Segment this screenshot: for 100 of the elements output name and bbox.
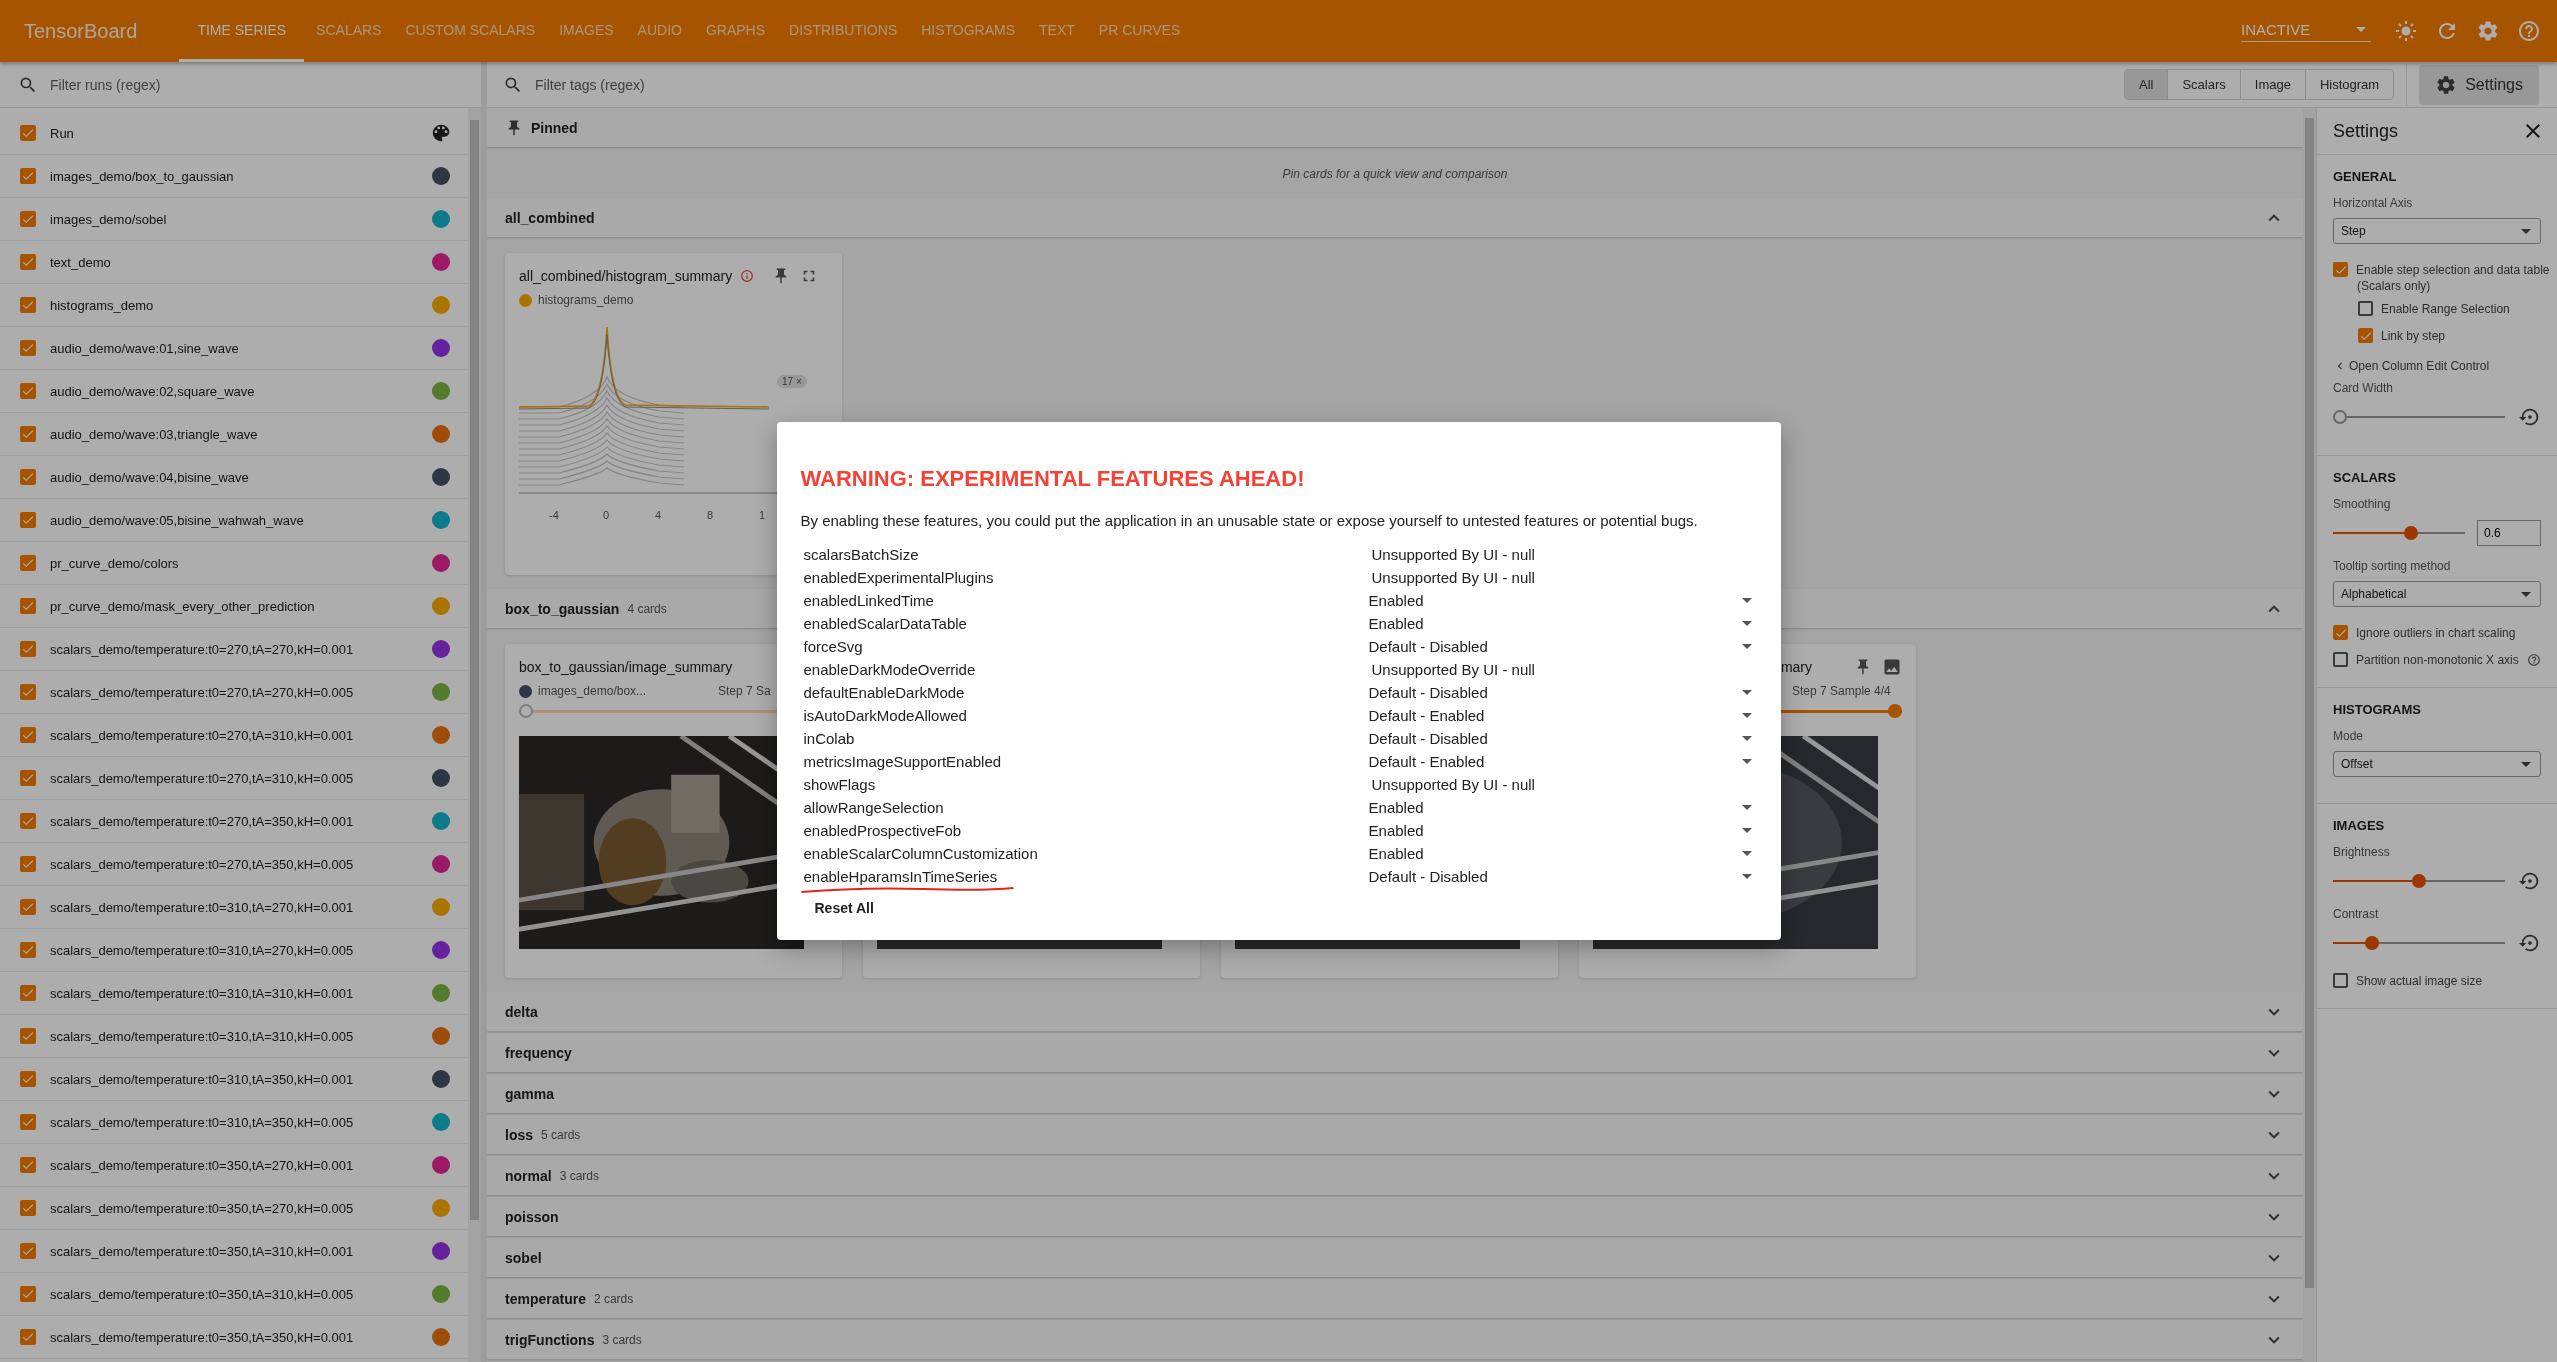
field-label: Card Width [2333, 381, 2395, 395]
run-name: scalars_demo/temperature:t0=270,tA=310,kH=0.005 [50, 770, 355, 786]
flag-name: allowRangeSelection [803, 799, 945, 816]
dropdown[interactable]: Step [2333, 218, 2541, 244]
section-title: HISTOGRAMS [2333, 702, 2422, 717]
run-name: scalars_demo/temperature:t0=350,tA=310,kH=0.005 [50, 1286, 355, 1302]
run-name: scalars_demo/temperature:t0=310,tA=310,kH=0.001 [50, 985, 355, 1001]
axis-tick-label: 4 [653, 509, 663, 521]
flag-name: enabledScalarDataTable [803, 615, 968, 632]
run-name: scalars_demo/temperature:t0=270,tA=350,kH=0.005 [50, 856, 355, 872]
filter-toggle[interactable]: Image [2239, 70, 2305, 99]
axis-tick-label: 8 [705, 509, 715, 521]
dialog-description: By enabling these features, you could put the application in an unusable state or expose yourself to untested features or potential bugs. [800, 512, 1699, 529]
empty-message: Pin cards for a quick view and comparison [1282, 166, 1508, 181]
search-field[interactable]: Filter runs (regex) [48, 75, 352, 94]
run-name: scalars_demo/temperature:t0=350,tA=310,kH=0.001 [50, 1243, 355, 1259]
flag-value: Unsupported By UI - null [1371, 546, 1535, 563]
group-header[interactable]: all_combined [487, 198, 2303, 237]
app-logo: TensorBoard [24, 19, 138, 43]
flag-name: enableHparamsInTimeSeries [803, 868, 1369, 885]
run-name: audio_demo/wave:03,triangle_wave [50, 426, 259, 442]
run-name: histograms_demo [538, 293, 634, 307]
flag-select[interactable]: Default - Disabled [1368, 868, 1757, 885]
group-name: frequency [505, 1044, 572, 1061]
section-title: GENERAL [2333, 169, 2398, 184]
flag-name: enableDarkModeOverride [803, 661, 977, 678]
group-header[interactable]: loss 5 cards [487, 1115, 2303, 1154]
group-header[interactable]: gamma [487, 1074, 2303, 1113]
group-header[interactable]: sobel [487, 1238, 2303, 1277]
checkbox-label: Enable step selection and data table [2356, 262, 2550, 277]
flag-name: metricsImageSupportEnabled [803, 753, 1003, 770]
section-title: Pinned [531, 119, 578, 136]
filter-toggle[interactable]: Histogram [2304, 70, 2394, 99]
step-label: Step 7 Sample 4/4 [1792, 684, 1892, 698]
reset-all-button[interactable]: Reset All [800, 892, 888, 924]
run-name: scalars_demo/temperature:t0=270,tA=270,kH=0.005 [50, 684, 355, 700]
checkbox-label: Enable Range Selection [2381, 301, 2510, 316]
flag-select[interactable]: Enabled [1368, 822, 1757, 839]
run-name: scalars_demo/temperature:t0=310,tA=310,kH=0.005 [50, 1028, 355, 1044]
run-name: scalars_demo/temperature:t0=350,tA=270,kH=0.001 [50, 1157, 355, 1173]
run-name: scalars_demo/temperature:t0=310,tA=270,kH=0.001 [50, 899, 355, 915]
filter-toggle[interactable]: All [2125, 70, 2168, 99]
flag-name: enabledExperimentalPlugins [803, 569, 995, 586]
field-label: Smoothing [2333, 497, 2392, 511]
flag-select[interactable]: Default - Enabled [1368, 753, 1757, 770]
run-name: scalars_demo/temperature:t0=350,tA=350,kH=0.001 [50, 1329, 355, 1345]
flag-value: Unsupported By UI - null [1371, 776, 1535, 793]
flag-select[interactable]: Default - Enabled [1368, 707, 1757, 724]
flag-select[interactable]: Default - Disabled [1368, 638, 1757, 655]
group-name: normal [505, 1167, 552, 1184]
run-name: scalars_demo/temperature:t0=270,tA=270,kH=0.001 [50, 641, 355, 657]
step-badge[interactable]: 17 × [777, 375, 807, 388]
run-name: audio_demo/wave:04,bisine_wave [50, 469, 250, 485]
flag-name: enableScalarColumnCustomization [803, 845, 1039, 862]
settings-button[interactable]: Settings [2419, 64, 2539, 105]
search-field[interactable]: Filter tags (regex) [533, 75, 837, 94]
axis-tick-label: 1 [757, 509, 767, 521]
dialog-title: WARNING: EXPERIMENTAL FEATURES AHEAD! [800, 466, 1306, 492]
run-name: images_demo/box_to_gaussian [50, 168, 235, 184]
flag-select[interactable]: Enabled [1368, 845, 1757, 862]
group-header[interactable]: poisson [487, 1197, 2303, 1236]
flag-name: defaultEnableDarkMode [803, 684, 966, 701]
run-name: pr_curve_demo/mask_every_other_prediction [50, 598, 316, 614]
group-name: sobel [505, 1249, 542, 1266]
run-name: audio_demo/wave:01,sine_wave [50, 340, 240, 356]
card-title: all_combined/histogram_summary [519, 268, 733, 284]
dropdown[interactable]: Alphabetical [2333, 581, 2541, 607]
flag-select[interactable]: Enabled [1368, 615, 1757, 632]
flag-select[interactable]: Enabled [1368, 799, 1757, 816]
flag-select[interactable]: Default - Disabled [1368, 730, 1757, 747]
checkbox-label: Link by step [2381, 328, 2446, 343]
field-label: Horizontal Axis [2333, 196, 2414, 210]
run-name: text_demo [50, 254, 112, 270]
group-header[interactable]: temperature 2 cards [487, 1279, 2303, 1318]
section-title: SCALARS [2333, 470, 2397, 485]
run-name: pr_curve_demo/colors [50, 555, 180, 571]
group-header[interactable]: normal 3 cards [487, 1156, 2303, 1195]
flag-name: showFlags [803, 776, 877, 793]
group-name: all_combined [505, 209, 595, 226]
field-label: Mode [2333, 729, 2365, 743]
group-header[interactable]: trigFunctions 3 cards [487, 1320, 2303, 1359]
number-field[interactable]: 0.6 [2477, 520, 2541, 546]
flag-name: scalarsBatchSize [803, 546, 920, 563]
checkbox-label: Ignore outliers in chart scaling [2356, 625, 2516, 640]
group-name: temperature [505, 1290, 586, 1307]
group-name: delta [505, 1003, 538, 1020]
run-name: scalars_demo/temperature:t0=310,tA=350,kH=0.001 [50, 1071, 355, 1087]
flag-select[interactable]: Enabled [1368, 592, 1757, 609]
run-name: histograms_demo [50, 297, 155, 313]
expand-link[interactable]: Open Column Edit Control [2333, 359, 2541, 373]
dropdown[interactable]: Offset [2333, 751, 2541, 777]
card-title: box_to_gaussian/image_summary [519, 659, 733, 675]
flag-select[interactable]: Default - Disabled [1368, 684, 1757, 701]
run-name: scalars_demo/temperature:t0=270,tA=310,kH=0.001 [50, 727, 355, 743]
card-count: 4 cards [627, 601, 667, 616]
card-count: 3 cards [559, 1168, 600, 1183]
flag-name: enabledProspectiveFob [803, 822, 963, 839]
group-header[interactable]: delta [487, 992, 2303, 1031]
filter-toggle[interactable]: Scalars [2167, 70, 2240, 99]
group-header[interactable]: frequency [487, 1033, 2303, 1072]
